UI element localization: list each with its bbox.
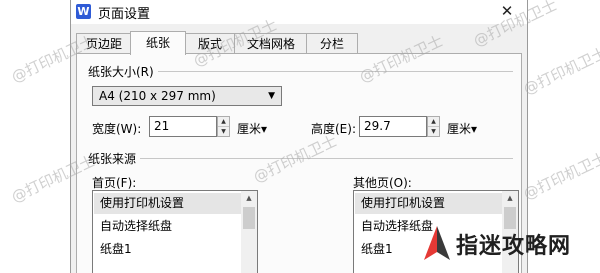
close-button[interactable]: ✕ <box>487 0 527 24</box>
spin-down-icon[interactable]: ▼ <box>428 127 439 136</box>
height-input[interactable]: 29.7 <box>359 116 427 137</box>
vertical-scrollbar[interactable]: ▲ <box>241 191 257 273</box>
height-label: 高度(E): <box>311 122 356 136</box>
width-input[interactable]: 21 <box>149 116 217 137</box>
width-spinner[interactable]: ▲ ▼ <box>217 116 230 137</box>
watermark: @打印机卫士 <box>520 43 600 99</box>
first-page-label: 首页(F): <box>92 176 137 190</box>
tab-document-grid[interactable]: 文档网格 <box>234 33 308 54</box>
group-divider <box>89 158 513 159</box>
spin-down-icon[interactable]: ▼ <box>218 127 229 136</box>
list-item[interactable]: 纸盘1 <box>94 239 246 260</box>
other-pages-label: 其他页(O): <box>353 176 412 190</box>
list-item[interactable]: 使用打印机设置 <box>355 193 507 214</box>
wps-writer-icon: W <box>76 4 91 19</box>
tab-paper[interactable]: 纸张 <box>130 31 186 55</box>
title-bar: W 页面设置 ✕ <box>71 0 527 24</box>
paper-size-group-label: 纸张大小(R) <box>88 63 158 80</box>
tab-layout[interactable]: 版式 <box>184 33 236 54</box>
width-unit-dropdown[interactable]: 厘米▾ <box>237 120 267 137</box>
first-page-listbox[interactable]: 使用打印机设置 自动选择纸盘 纸盘1 ▲ <box>92 190 258 273</box>
site-logo-text: 指迷攻略网 <box>456 233 572 259</box>
spin-up-icon[interactable]: ▲ <box>218 117 229 127</box>
list-item[interactable]: 自动选择纸盘 <box>94 216 246 237</box>
logo-arrow-icon <box>424 226 450 260</box>
dropdown-arrow-icon: ▼ <box>268 91 275 101</box>
scroll-up-icon[interactable]: ▲ <box>502 191 518 205</box>
width-label: 宽度(W): <box>92 122 142 136</box>
watermark: @打印机卫士 <box>520 148 600 204</box>
spin-up-icon[interactable]: ▲ <box>428 117 439 127</box>
tab-columns[interactable]: 分栏 <box>306 33 358 54</box>
paper-source-group-label: 纸张来源 <box>88 150 141 167</box>
height-spinner[interactable]: ▲ ▼ <box>427 116 440 137</box>
tab-margins[interactable]: 页边距 <box>76 33 132 54</box>
list-item[interactable]: 使用打印机设置 <box>94 193 246 214</box>
scroll-up-icon[interactable]: ▲ <box>241 191 257 205</box>
tab-strip: 页边距 纸张 版式 文档网格 分栏 <box>76 31 522 55</box>
paper-size-value: A4 (210 x 297 mm) <box>99 89 216 103</box>
scroll-thumb[interactable] <box>243 207 255 229</box>
height-unit-dropdown[interactable]: 厘米▾ <box>447 120 477 137</box>
site-logo: 指迷攻略网 <box>418 222 600 266</box>
paper-size-select[interactable]: A4 (210 x 297 mm) ▼ <box>92 86 282 106</box>
dialog-title: 页面设置 <box>98 7 151 22</box>
